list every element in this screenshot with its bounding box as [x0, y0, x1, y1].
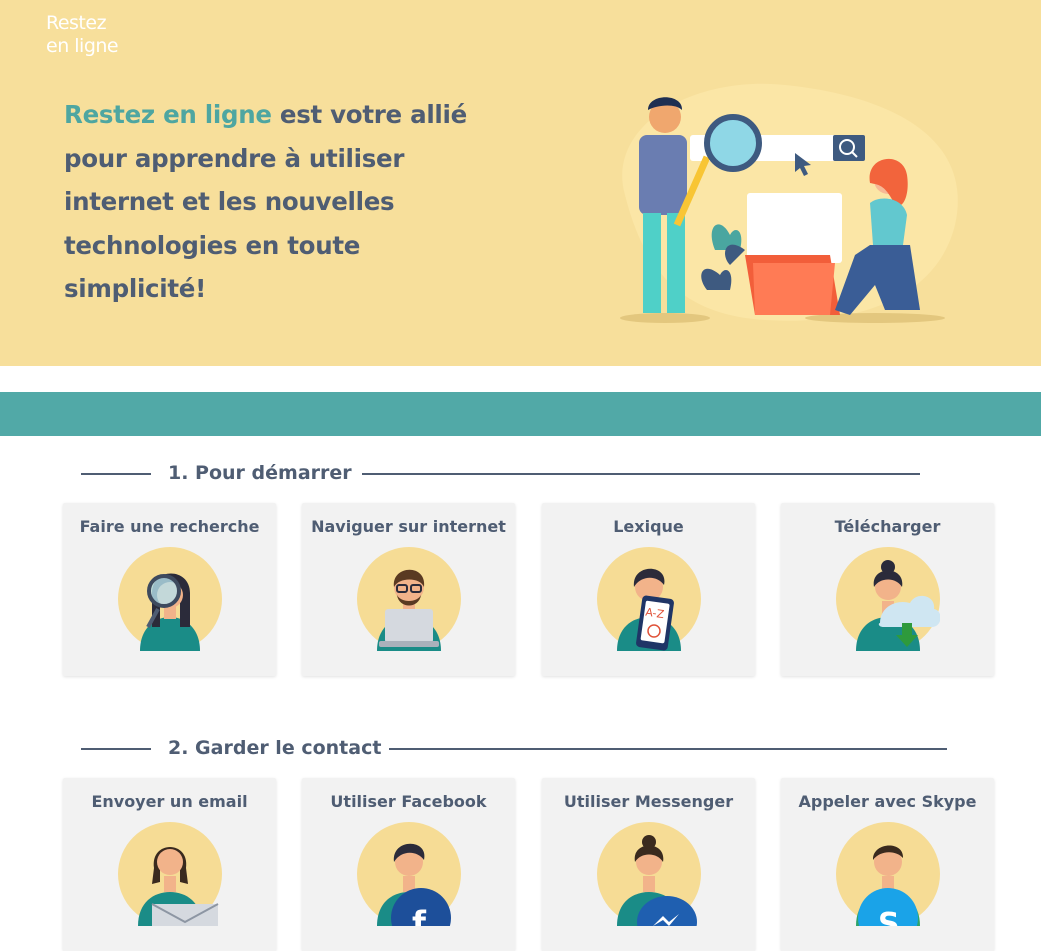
man-tablet-az-icon: A-Z	[597, 547, 701, 651]
hero-section: Restez en ligne Restez en ligne est votr…	[0, 0, 1041, 366]
man-laptop-icon	[357, 547, 461, 651]
section-divider-band	[0, 392, 1041, 436]
man-facebook-icon: f	[357, 822, 461, 926]
title-rule-left	[81, 473, 151, 475]
card-label: Faire une recherche	[79, 517, 260, 536]
hero-illustration	[620, 83, 958, 323]
svg-text:S: S	[878, 907, 900, 926]
woman-messenger-icon	[597, 822, 701, 926]
woman-cloud-download-icon	[836, 547, 940, 651]
logo-line-2: en ligne	[46, 35, 119, 57]
card-naviguer-sur-internet[interactable]: Naviguer sur internet	[302, 503, 515, 676]
section-title-pour-demarrer: 1. Pour démarrer	[81, 458, 921, 488]
section-title-garder-le-contact: 2. Garder le contact	[81, 733, 951, 763]
man-skype-icon: S	[836, 822, 940, 926]
card-label: Envoyer un email	[91, 792, 248, 811]
card-lexique[interactable]: Lexique A-Z	[542, 503, 755, 676]
card-envoyer-un-email[interactable]: Envoyer un email	[63, 778, 276, 951]
card-label: Utiliser Messenger	[563, 792, 734, 811]
card-utiliser-messenger[interactable]: Utiliser Messenger	[542, 778, 755, 951]
logo-line-1: Restez	[46, 12, 107, 34]
section-title-text: 1. Pour démarrer	[168, 462, 352, 484]
title-rule-left	[81, 748, 151, 750]
card-faire-une-recherche[interactable]: Faire une recherche	[63, 503, 276, 676]
card-label: Télécharger	[834, 517, 941, 536]
woman-magnifier-icon	[118, 547, 222, 651]
card-label: Lexique	[613, 517, 684, 536]
section-title-text: 2. Garder le contact	[168, 737, 382, 759]
tagline-text: est votre allié pour apprendre à utilise…	[64, 100, 467, 303]
title-rule-right	[389, 748, 947, 750]
svg-text:f: f	[412, 904, 427, 926]
card-telecharger[interactable]: Télécharger	[781, 503, 994, 676]
hero-tagline: Restez en ligne est votre allié pour app…	[64, 93, 484, 311]
card-label: Utiliser Facebook	[330, 792, 487, 811]
card-appeler-avec-skype[interactable]: Appeler avec Skype S	[781, 778, 994, 951]
svg-text:A-Z: A-Z	[645, 606, 666, 622]
card-label: Naviguer sur internet	[311, 517, 506, 536]
tagline-accent: Restez en ligne	[64, 100, 272, 129]
woman-envelope-icon	[118, 822, 222, 926]
site-logo[interactable]: Restez en ligne	[46, 12, 119, 58]
card-utiliser-facebook[interactable]: Utiliser Facebook f	[302, 778, 515, 951]
card-label: Appeler avec Skype	[798, 792, 977, 811]
title-rule-right	[362, 473, 920, 475]
